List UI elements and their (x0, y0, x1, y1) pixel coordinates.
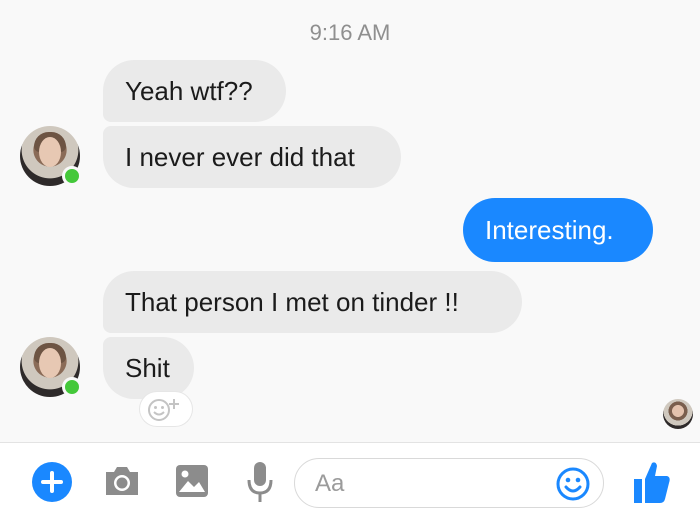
message-text: Shit (125, 353, 170, 383)
avatar-face (39, 137, 61, 167)
message-text: Yeah wtf?? (125, 76, 253, 106)
contact-avatar[interactable] (20, 337, 82, 397)
plus-icon[interactable] (32, 462, 72, 502)
add-reaction-icon (148, 399, 179, 421)
message-text: That person I met on tinder !! (125, 287, 459, 317)
online-status-dot (62, 377, 82, 397)
add-reaction-button[interactable] (140, 392, 192, 426)
contact-avatar[interactable] (20, 126, 82, 186)
message-bubble-incoming[interactable]: I never ever did that (103, 126, 401, 188)
message-input[interactable]: Aa (294, 458, 604, 508)
message-bubble-incoming[interactable]: Yeah wtf?? (103, 60, 286, 122)
message-thread: 9:16 AM Yeah wtf?? I never ever did that… (0, 0, 700, 442)
timestamp: 9:16 AM (309, 20, 391, 45)
message-bubble-outgoing[interactable]: Interesting. (463, 198, 653, 262)
microphone-icon[interactable] (246, 460, 274, 504)
emoji-icon[interactable] (556, 467, 590, 501)
message-bubble-incoming[interactable]: Shit (103, 337, 194, 399)
image-icon[interactable] (174, 463, 210, 499)
message-input-placeholder: Aa (315, 470, 345, 497)
message-text: Interesting. (485, 215, 614, 245)
message-text: I never ever did that (125, 142, 355, 172)
message-bubble-incoming[interactable]: That person I met on tinder !! (103, 271, 522, 333)
thumbs-up-icon[interactable] (632, 459, 672, 505)
message-composer: Aa (0, 442, 700, 522)
online-status-dot (62, 166, 82, 186)
camera-icon[interactable] (103, 463, 141, 499)
seen-indicator-avatar (663, 399, 693, 429)
avatar-face (39, 348, 61, 378)
